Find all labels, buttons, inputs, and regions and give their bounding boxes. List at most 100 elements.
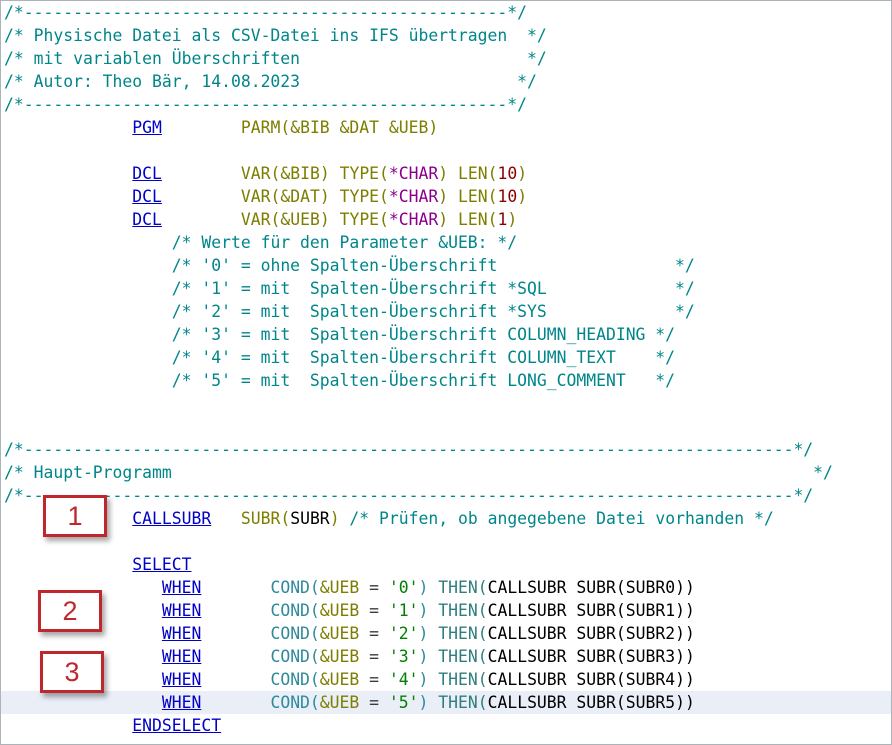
code-token: ) — [418, 624, 439, 643]
code-line[interactable] — [1, 392, 891, 415]
code-line[interactable]: WHEN COND(&UEB = '1') THEN(CALLSUBR SUBR… — [1, 599, 891, 622]
code-token: /*--------------------------------------… — [4, 3, 528, 22]
code-line[interactable]: PGM PARM(&BIB &DAT &UEB) — [1, 116, 891, 139]
code-token: '2' — [388, 624, 419, 643]
code-token: ) — [418, 670, 439, 689]
code-editor[interactable]: /*--------------------------------------… — [1, 1, 891, 744]
code-line[interactable]: WHEN COND(&UEB = '4') THEN(CALLSUBR SUBR… — [1, 668, 891, 691]
code-line[interactable]: /*--------------------------------------… — [1, 93, 891, 116]
code-line-text: CALLSUBR SUBR(SUBR) /* Prüfen, ob angege… — [4, 507, 773, 530]
code-token: /* Haupt-Programm */ — [4, 463, 833, 482]
code-line[interactable]: SELECT — [1, 553, 891, 576]
code-token: /* Werte für den Parameter &UEB: */ — [171, 233, 518, 252]
code-line[interactable] — [1, 139, 891, 162]
code-token: /*--------------------------------------… — [4, 440, 814, 459]
code-token: &UEB — [319, 578, 360, 597]
code-line[interactable]: /*--------------------------------------… — [1, 484, 891, 507]
code-line[interactable]: WHEN COND(&UEB = '5') THEN(CALLSUBR SUBR… — [1, 691, 891, 714]
code-line[interactable]: /* '4' = mit Spalten-Überschrift COLUMN_… — [1, 346, 891, 369]
code-token: CALLSUBR SUBR(SUBR1)) — [487, 601, 695, 620]
code-line[interactable]: CALLSUBR SUBR(SUBR) /* Prüfen, ob angege… — [1, 507, 891, 530]
code-line-text: WHEN COND(&UEB = '1') THEN(CALLSUBR SUBR… — [4, 599, 695, 622]
code-token: ) — [319, 164, 340, 183]
code-token: SELECT — [132, 555, 192, 574]
code-token: ) — [438, 187, 459, 206]
code-token: '5' — [388, 693, 419, 712]
code-token: &UEB — [319, 693, 360, 712]
code-line[interactable]: WHEN COND(&UEB = '2') THEN(CALLSUBR SUBR… — [1, 622, 891, 645]
code-line-text: /* '1' = mit Spalten-Überschrift *SQL */ — [4, 277, 695, 300]
code-token: VAR( — [240, 164, 281, 183]
code-token: CALLSUBR SUBR(SUBR0)) — [487, 578, 695, 597]
code-line[interactable]: /*--------------------------------------… — [1, 1, 891, 24]
code-token: THEN( — [438, 647, 488, 666]
code-token: = — [359, 601, 389, 620]
code-token: VAR( — [240, 210, 281, 229]
code-token: = — [359, 647, 389, 666]
code-line[interactable]: DCL VAR(&UEB) TYPE(*CHAR) LEN(1) — [1, 208, 891, 231]
code-line-text: DCL VAR(&DAT) TYPE(*CHAR) LEN(10) — [4, 185, 527, 208]
code-token: &BIB &DAT &UEB — [290, 118, 429, 137]
code-line-text: DCL VAR(&BIB) TYPE(*CHAR) LEN(10) — [4, 162, 527, 185]
code-token: /*--------------------------------------… — [4, 486, 814, 505]
code-token: WHEN — [161, 693, 202, 712]
code-line[interactable] — [1, 530, 891, 553]
code-line[interactable]: /* Haupt-Programm */ — [1, 461, 891, 484]
code-token: THEN( — [438, 624, 488, 643]
code-token: = — [359, 693, 389, 712]
code-line-text: /*--------------------------------------… — [4, 1, 527, 24]
code-line[interactable] — [1, 415, 891, 438]
code-line[interactable]: /* '3' = mit Spalten-Überschrift COLUMN_… — [1, 323, 891, 346]
code-token: COND( — [270, 670, 320, 689]
code-token: CALLSUBR SUBR(SUBR5)) — [487, 693, 695, 712]
code-line[interactable]: DCL VAR(&DAT) TYPE(*CHAR) LEN(10) — [1, 185, 891, 208]
code-editor-frame: /*--------------------------------------… — [0, 0, 892, 745]
code-token: = — [359, 670, 389, 689]
code-token: /* '0' = ohne Spalten-Überschrift */ — [171, 256, 695, 275]
code-line[interactable]: /* Werte für den Parameter &UEB: */ — [1, 231, 891, 254]
code-token: CALLSUBR SUBR(SUBR4)) — [487, 670, 695, 689]
code-line[interactable]: /* mit variablen Überschriften */ — [1, 47, 891, 70]
code-line-text: /* Autor: Theo Bär, 14.08.2023 */ — [4, 70, 537, 93]
code-token: CALLSUBR SUBR(SUBR3)) — [487, 647, 695, 666]
code-token: &UEB — [280, 210, 320, 229]
code-line[interactable]: WHEN COND(&UEB = '3') THEN(CALLSUBR SUBR… — [1, 645, 891, 668]
code-token: '1' — [388, 601, 419, 620]
code-token: *CHAR — [388, 164, 439, 183]
code-line-text: SELECT — [4, 553, 192, 576]
code-line-text: WHEN COND(&UEB = '3') THEN(CALLSUBR SUBR… — [4, 645, 695, 668]
code-line[interactable]: WHEN COND(&UEB = '0') THEN(CALLSUBR SUBR… — [1, 576, 891, 599]
code-line[interactable]: /* Autor: Theo Bär, 14.08.2023 */ — [1, 70, 891, 93]
code-token: DCL — [132, 164, 162, 183]
code-token: /* '1' = mit Spalten-Überschrift *SQL */ — [171, 279, 695, 298]
code-line[interactable]: /* '2' = mit Spalten-Überschrift *SYS */ — [1, 300, 891, 323]
code-token: ) — [517, 164, 528, 183]
code-line[interactable]: ENDSELECT — [1, 714, 891, 737]
code-line-text: WHEN COND(&UEB = '0') THEN(CALLSUBR SUBR… — [4, 576, 695, 599]
code-line-text: /* '5' = mit Spalten-Überschrift LONG_CO… — [4, 369, 675, 392]
code-token: ) — [418, 601, 439, 620]
code-line[interactable]: /* '5' = mit Spalten-Überschrift LONG_CO… — [1, 369, 891, 392]
code-token: 1 — [497, 210, 508, 229]
code-token: &UEB — [319, 601, 360, 620]
code-token: ENDSELECT — [132, 716, 222, 735]
code-line[interactable]: /* '1' = mit Spalten-Überschrift *SQL */ — [1, 277, 891, 300]
code-token: *CHAR — [388, 210, 439, 229]
code-line[interactable]: DCL VAR(&BIB) TYPE(*CHAR) LEN(10) — [1, 162, 891, 185]
code-line-text: /* '4' = mit Spalten-Überschrift COLUMN_… — [4, 346, 675, 369]
code-line[interactable]: /* Physische Datei als CSV-Datei ins IFS… — [1, 24, 891, 47]
code-line[interactable]: /* '0' = ohne Spalten-Überschrift */ — [1, 254, 891, 277]
code-line[interactable]: /*--------------------------------------… — [1, 438, 891, 461]
